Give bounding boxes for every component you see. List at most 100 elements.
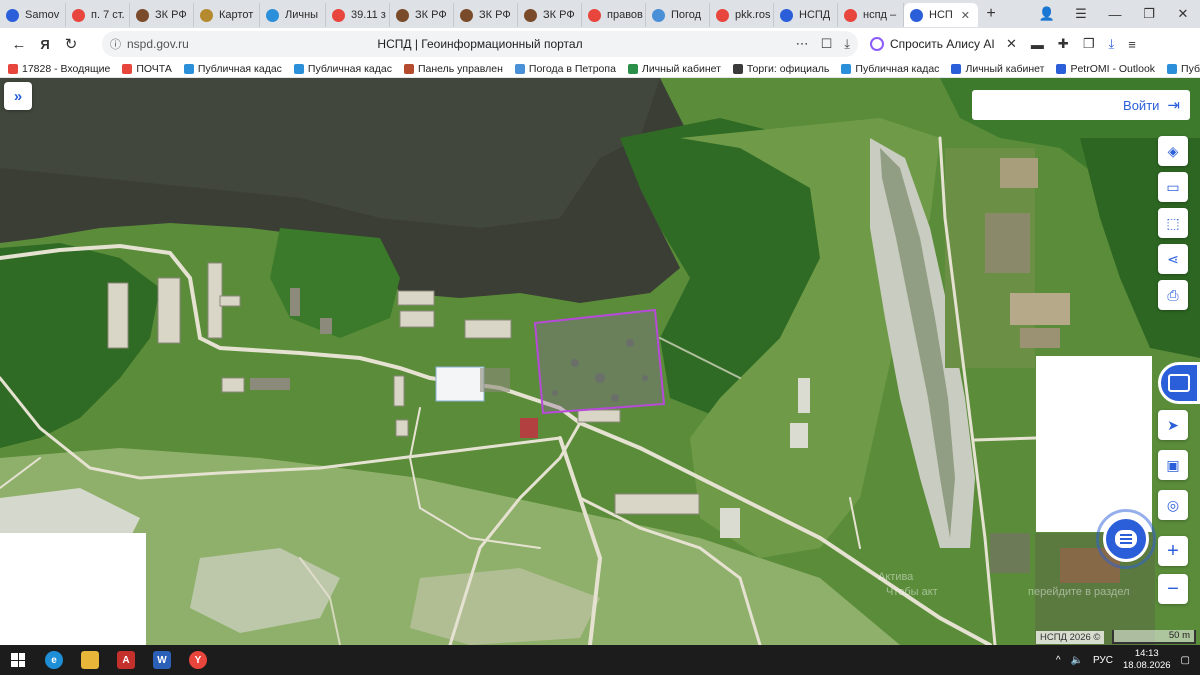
bookmark-item[interactable]: 17828 - Входящие [8, 63, 110, 75]
bookmark-item[interactable]: Публичная кадас [183, 62, 282, 75]
weather-icon [652, 8, 665, 22]
start-button[interactable] [0, 645, 36, 675]
extension-x-icon[interactable]: ✕ [1006, 36, 1017, 52]
tab-8[interactable]: ЗК РФ [454, 3, 518, 27]
tab-14[interactable]: нспд – [838, 3, 904, 27]
more-icon[interactable]: ⋯ [796, 36, 809, 52]
tab-15[interactable]: НСП ✕ [904, 3, 978, 27]
tray-chevron-icon[interactable]: ^ [1056, 655, 1061, 666]
blank-overlay-right [1036, 356, 1152, 532]
bookmark-item[interactable]: Погода в Петропа [514, 63, 616, 75]
locate-icon[interactable]: ➤ [1158, 410, 1188, 440]
bookmark-icon[interactable]: ☐ [821, 36, 833, 52]
tab-10[interactable]: правов [582, 3, 646, 27]
notifications-icon[interactable]: ▢ [1181, 655, 1190, 666]
downloads-icon[interactable]: ⤓ [1108, 36, 1114, 52]
tab-11[interactable]: Погод [646, 3, 710, 27]
yandex-home-button[interactable]: Я [32, 31, 58, 57]
cadastral-plot[interactable] [533, 308, 666, 415]
select-area-icon[interactable]: ⬚ [1158, 208, 1188, 238]
bookmark-item[interactable]: Личный кабинет [627, 63, 721, 75]
tab-12[interactable]: pkk.ros [710, 3, 774, 27]
bookmark-item[interactable]: ПОЧТА [122, 63, 172, 75]
close-tab-icon[interactable]: ✕ [961, 9, 970, 22]
layers-icon[interactable]: ◈ [1158, 136, 1188, 166]
share-icon[interactable]: ⋖ [1158, 244, 1188, 274]
bookmark-favicon-icon [841, 63, 852, 74]
emblem-icon [200, 8, 213, 22]
taskbar-yandex[interactable]: Y [180, 645, 216, 675]
tab-3[interactable]: ЗК РФ [130, 3, 194, 27]
yandex-icon [332, 8, 345, 22]
new-tab-button[interactable]: + [980, 3, 1002, 25]
yandex-icon [588, 8, 601, 22]
yandex-icon [716, 8, 729, 22]
extensions-icon[interactable]: ✚ [1058, 36, 1069, 52]
bookmark-item[interactable]: Торги: официаль [732, 63, 829, 75]
yandex-icon [844, 8, 857, 22]
tab-2[interactable]: п. 7 ст. [66, 3, 130, 27]
bookmark-label: Публичная кадас [197, 62, 282, 75]
legend-button[interactable] [1158, 362, 1200, 404]
bookmark-item[interactable]: Публичная кадас [293, 63, 392, 75]
expand-panel-button[interactable]: » [4, 82, 32, 110]
volume-icon[interactable]: 🔈 [1071, 655, 1083, 666]
reload-button[interactable]: ↻ [58, 31, 84, 57]
zoom-out-button[interactable]: − [1158, 574, 1188, 604]
bookmark-favicon-icon [293, 63, 304, 74]
taskbar-explorer[interactable] [72, 645, 108, 675]
back-button[interactable]: ← [6, 31, 32, 57]
map-viewport[interactable]: » Войти ⇥ ◈ ▭ ⬚ ⋖ ⎙ ➤ ▣ ◎ + − Актива Что… [0, 78, 1200, 645]
clock[interactable]: 14:13 18.08.2026 [1123, 648, 1171, 672]
bookmarks-bar: 17828 - Входящие ПОЧТА Публичная кадас Публ… [0, 60, 1200, 78]
print-icon[interactable]: ⎙ [1158, 280, 1188, 310]
extension-hat-icon[interactable]: ▬ [1031, 37, 1044, 52]
nspd-icon [910, 8, 923, 22]
tab-search-icon[interactable]: ☰ [1064, 6, 1098, 22]
tab-13[interactable]: НСПД [774, 3, 838, 27]
collections-icon[interactable]: ❒ [1083, 36, 1095, 52]
close-window-icon[interactable]: ✕ [1166, 6, 1200, 22]
bookmark-favicon-icon [183, 63, 194, 74]
bookmark-item[interactable]: Публичная ка [1167, 63, 1200, 75]
tab-4[interactable]: Картот [194, 3, 260, 27]
tab-1[interactable]: Samov [0, 3, 66, 27]
site-info-icon[interactable]: ⓘ [110, 36, 121, 52]
tab-label: ЗК РФ [543, 9, 575, 21]
zoom-in-button[interactable]: + [1158, 536, 1188, 566]
bookmark-item[interactable]: Панель управлен [403, 63, 503, 75]
bookmark-item[interactable]: Личный кабинет [951, 63, 1044, 75]
bookmark-item[interactable]: Публичная кадас [841, 63, 939, 75]
profile-icon[interactable]: 👤 [1030, 6, 1064, 22]
consultant-icon [524, 8, 537, 22]
samovar-icon [6, 8, 19, 22]
tab-5[interactable]: Личны [260, 3, 326, 27]
tab-7[interactable]: ЗК РФ [390, 3, 454, 27]
ruler-icon[interactable]: ▭ [1158, 172, 1188, 202]
yandex-icon [72, 8, 85, 22]
alice-button[interactable]: Спросить Алису AI [866, 31, 999, 57]
taskbar-acrobat[interactable]: A [108, 645, 144, 675]
menu-icon[interactable]: ≡ [1128, 37, 1136, 52]
taskbar-edge[interactable]: e [36, 645, 72, 675]
tab-list: Samov п. 7 ст. ЗК РФ Картот Личны 39.11 з ЗК Р… [0, 0, 978, 28]
restore-icon[interactable]: ❐ [1132, 6, 1166, 22]
tab-9[interactable]: ЗК РФ [518, 3, 582, 27]
taskbar-word[interactable]: W [144, 645, 180, 675]
login-button[interactable]: Войти ⇥ [972, 90, 1190, 120]
tab-label: ЗК РФ [155, 9, 187, 21]
address-bar[interactable]: ⓘ nspd.gov.ru НСПД | Геоинформационный п… [102, 31, 858, 57]
bookmark-item[interactable]: PetrOMI - Outlook [1056, 63, 1155, 75]
tab-label: ЗК РФ [479, 9, 511, 21]
download-icon[interactable]: ⤓ [844, 36, 850, 52]
geolocation-icon[interactable]: ◎ [1158, 490, 1188, 520]
minimize-icon[interactable]: — [1098, 7, 1132, 22]
tab-label: Погод [671, 9, 702, 21]
tab-6[interactable]: 39.11 з [326, 3, 390, 27]
edge-icon: e [45, 651, 63, 669]
chat-button[interactable] [1096, 509, 1156, 569]
address-row: ← Я ↻ ⓘ nspd.gov.ru НСПД | Геоинформацио… [0, 28, 1200, 60]
chat-icon [1103, 516, 1149, 562]
minimap-icon[interactable]: ▣ [1158, 450, 1188, 480]
language-indicator[interactable]: РУС [1093, 655, 1113, 666]
